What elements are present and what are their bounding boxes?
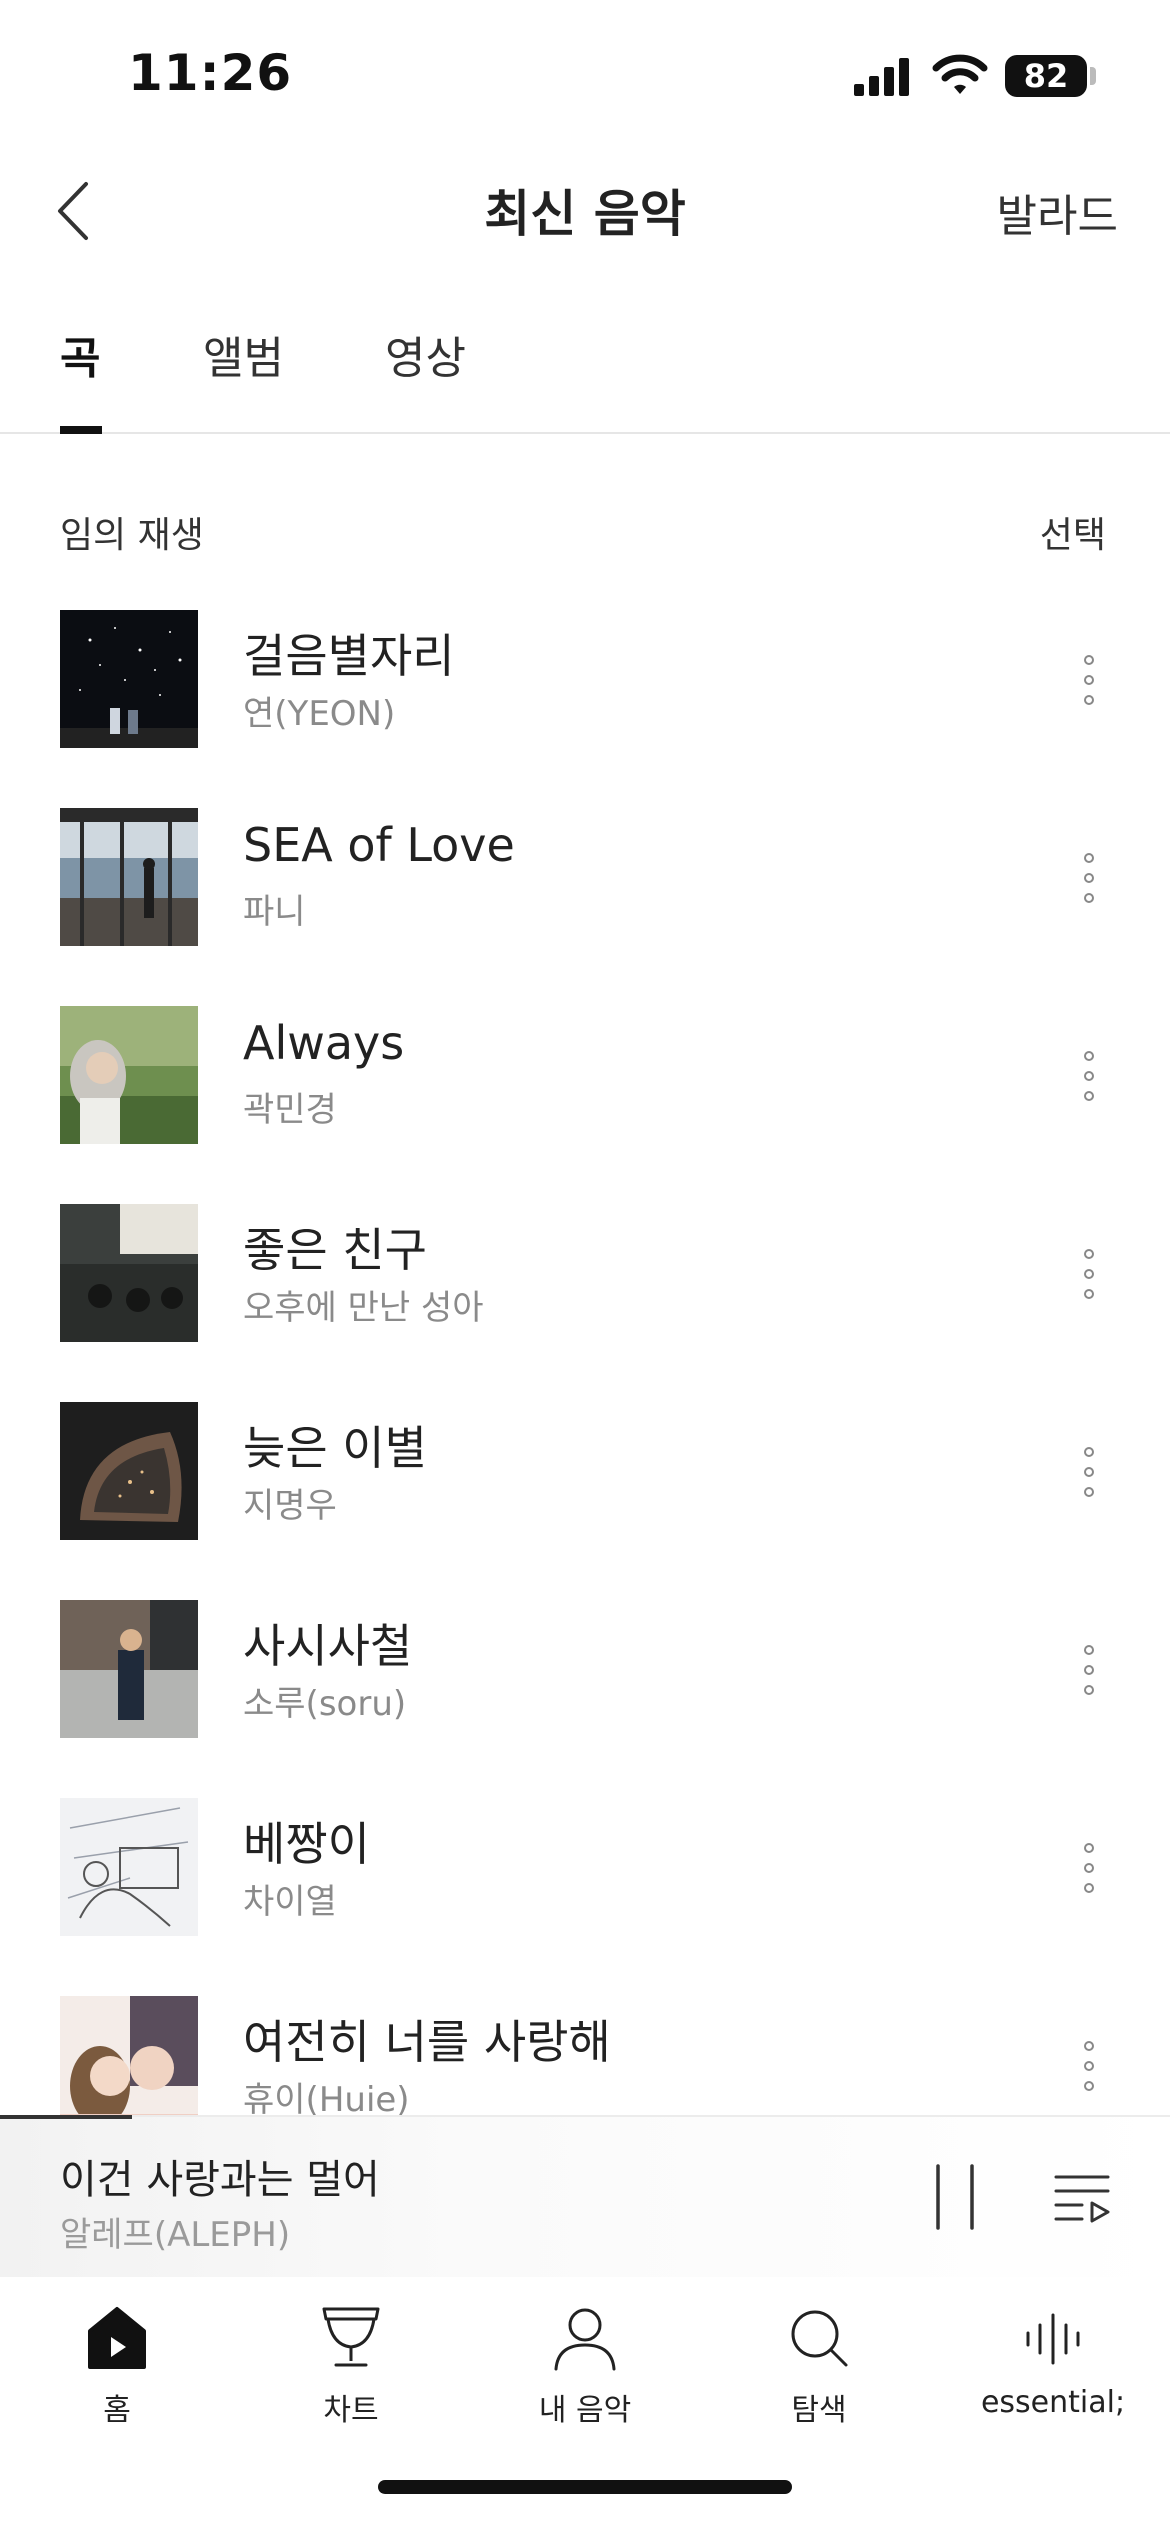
more-options-icon[interactable] bbox=[1074, 1838, 1104, 1898]
song-title: Always bbox=[243, 1016, 405, 1070]
select-button[interactable]: 선택 bbox=[1040, 506, 1106, 558]
song-artist: 지명우 bbox=[243, 1486, 337, 1526]
playlist-queue-icon[interactable] bbox=[1052, 2167, 1112, 2227]
now-playing-artist: 알레프(ALEPH) bbox=[60, 2215, 291, 2255]
page-title: 최신 음악 bbox=[484, 185, 686, 243]
song-title: SEA of Love bbox=[243, 818, 515, 872]
search-icon bbox=[791, 2310, 848, 2367]
song-title: 베짱이 bbox=[243, 1817, 370, 1871]
tab-videos[interactable]: 영상 bbox=[385, 322, 466, 386]
song-artist: 곽민경 bbox=[243, 1090, 337, 1130]
song-title: 걸음별자리 bbox=[243, 629, 455, 683]
song-row[interactable]: 여전히 너를 사랑해 휴이(Huie) bbox=[0, 1986, 1170, 2115]
tab-label: 탐색 bbox=[791, 2393, 847, 2428]
more-options-icon[interactable] bbox=[1074, 1244, 1104, 1304]
more-options-icon[interactable] bbox=[1074, 848, 1104, 908]
tab-albums[interactable]: 앨범 bbox=[203, 322, 284, 386]
genre-button[interactable]: 발라드 bbox=[997, 180, 1118, 244]
tab-my-music[interactable]: 내 음악 bbox=[468, 2303, 702, 2429]
song-list: 걸음별자리 연(YEON) SEA of Love 파니 Always 곽민경 … bbox=[0, 600, 1170, 2115]
song-artist: 파니 bbox=[243, 892, 306, 932]
bottom-tab-bar: 홈 차트 내 음악 탐색 essential; bbox=[0, 2277, 1170, 2457]
song-title: 사시사철 bbox=[243, 1619, 413, 1673]
person-icon bbox=[554, 2308, 616, 2371]
pause-icon[interactable] bbox=[930, 2162, 980, 2232]
song-title: 좋은 친구 bbox=[243, 1223, 427, 1277]
tab-essential[interactable]: essential; bbox=[936, 2303, 1170, 2420]
song-row[interactable]: 베짱이 차이열 bbox=[0, 1788, 1170, 1986]
song-row[interactable]: 걸음별자리 연(YEON) bbox=[0, 600, 1170, 798]
song-row[interactable]: 사시사철 소루(soru) bbox=[0, 1590, 1170, 1788]
mini-player[interactable]: 이건 사랑과는 멀어 알레프(ALEPH) bbox=[0, 2115, 1170, 2277]
more-options-icon[interactable] bbox=[1074, 1046, 1104, 1106]
song-row[interactable]: SEA of Love 파니 bbox=[0, 798, 1170, 996]
album-cover bbox=[60, 1204, 198, 1342]
song-row[interactable]: Always 곽민경 bbox=[0, 996, 1170, 1194]
tab-label: 내 음악 bbox=[538, 2393, 632, 2428]
tab-home[interactable]: 홈 bbox=[0, 2303, 234, 2429]
tab-label: 차트 bbox=[323, 2393, 379, 2428]
tab-label: essential; bbox=[980, 2385, 1126, 2420]
album-cover bbox=[60, 1798, 198, 1936]
status-time: 11:26 bbox=[128, 44, 293, 102]
soundwave-icon bbox=[1026, 2313, 1080, 2365]
home-icon bbox=[88, 2307, 146, 2369]
album-cover bbox=[60, 1996, 198, 2115]
song-artist: 연(YEON) bbox=[243, 694, 396, 734]
album-cover bbox=[60, 610, 198, 748]
shuffle-play-button[interactable]: 임의 재생 bbox=[60, 506, 204, 558]
status-bar: 11:26 82 bbox=[0, 0, 1170, 150]
album-cover bbox=[60, 808, 198, 946]
nav-bar: 최신 음악 발라드 bbox=[0, 150, 1170, 270]
cellular-signal-icon bbox=[854, 58, 909, 96]
list-header: 임의 재생 선택 bbox=[0, 490, 1170, 570]
trophy-icon bbox=[322, 2307, 380, 2367]
content-tabs: 곡 앨범 영상 bbox=[0, 300, 1170, 434]
wifi-icon bbox=[932, 54, 988, 94]
song-row[interactable]: 좋은 친구 오후에 만난 성아 bbox=[0, 1194, 1170, 1392]
song-artist: 소루(soru) bbox=[243, 1684, 407, 1724]
song-title: 늦은 이별 bbox=[243, 1421, 427, 1475]
song-artist: 오후에 만난 성아 bbox=[243, 1288, 484, 1328]
song-artist: 휴이(Huie) bbox=[243, 2080, 410, 2115]
battery-indicator: 82 bbox=[1005, 55, 1087, 97]
active-tab-indicator bbox=[60, 426, 102, 434]
more-options-icon[interactable] bbox=[1074, 650, 1104, 710]
album-cover bbox=[60, 1600, 198, 1738]
more-options-icon[interactable] bbox=[1074, 1442, 1104, 1502]
now-playing-title: 이건 사랑과는 멀어 bbox=[60, 2157, 380, 2203]
song-artist: 차이열 bbox=[243, 1882, 337, 1922]
more-options-icon[interactable] bbox=[1074, 1640, 1104, 1700]
more-options-icon[interactable] bbox=[1074, 2036, 1104, 2096]
playback-progress bbox=[0, 2115, 132, 2119]
album-cover bbox=[60, 1006, 198, 1144]
song-row[interactable]: 늦은 이별 지명우 bbox=[0, 1392, 1170, 1590]
tab-chart[interactable]: 차트 bbox=[234, 2303, 468, 2429]
song-title: 여전히 너를 사랑해 bbox=[243, 2015, 611, 2069]
tab-label: 홈 bbox=[103, 2393, 131, 2428]
album-cover bbox=[60, 1402, 198, 1540]
home-indicator bbox=[378, 2480, 792, 2494]
tab-songs[interactable]: 곡 bbox=[60, 322, 100, 386]
battery-tip bbox=[1090, 67, 1096, 85]
tab-search[interactable]: 탐색 bbox=[702, 2303, 936, 2429]
